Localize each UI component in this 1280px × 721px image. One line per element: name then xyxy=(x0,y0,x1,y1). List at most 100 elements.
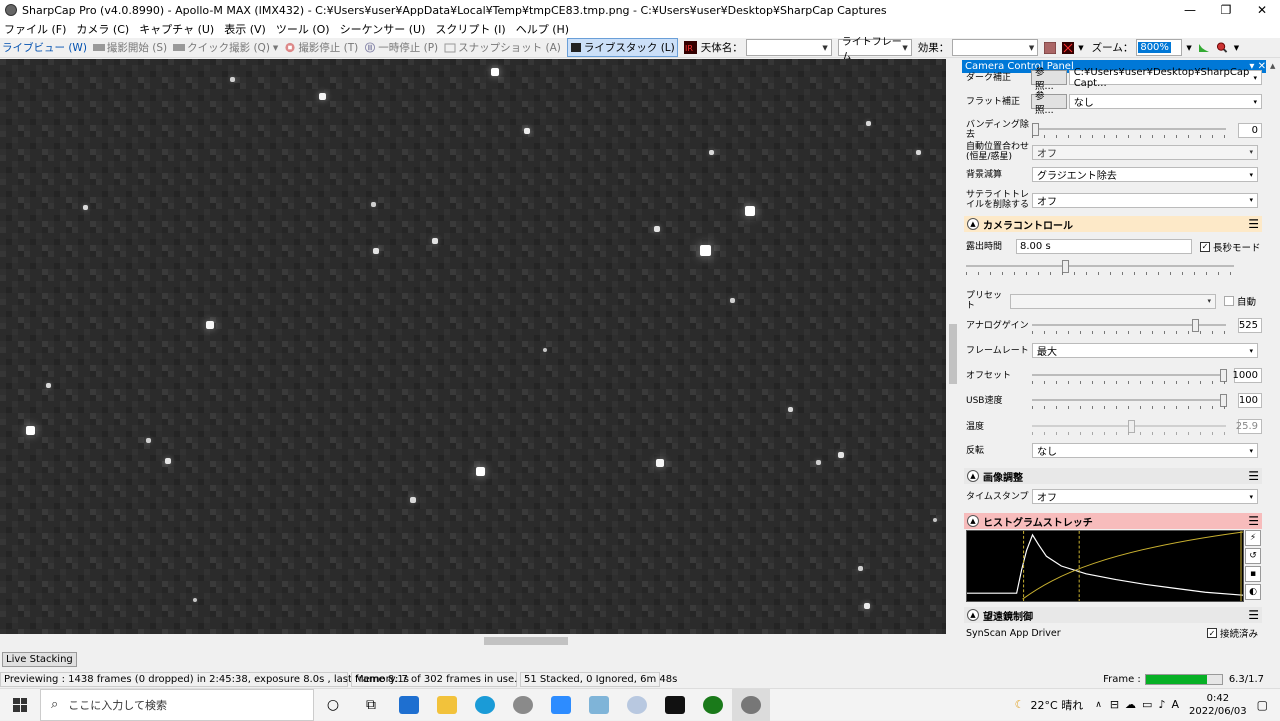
long-exposure-toggle[interactable]: ✓ 長秒モード xyxy=(1200,240,1261,254)
offset-slider[interactable] xyxy=(1032,368,1227,384)
menu-sequencer[interactable]: シーケンサー (U) xyxy=(340,21,426,37)
snapshot-button[interactable]: スナップショット (A) xyxy=(444,40,561,55)
histogram-stretch-section[interactable]: ▲ ヒストグラムストレッチ ☰ xyxy=(964,513,1262,529)
framerate-dropdown[interactable]: 最大 ▾ xyxy=(1032,343,1258,358)
scroll-thumb[interactable] xyxy=(949,324,957,384)
pause-button[interactable]: 一時停止 (P) xyxy=(364,40,438,55)
gain-value[interactable]: 525 xyxy=(1238,318,1262,333)
banding-value[interactable]: 0 xyxy=(1238,122,1262,138)
start-button[interactable] xyxy=(0,689,40,721)
flat-file-dropdown[interactable]: なし ▾ xyxy=(1068,94,1262,109)
image-adjust-section[interactable]: ▲ 画像調整 ☰ xyxy=(964,468,1262,484)
offset-value[interactable]: 1000 xyxy=(1233,368,1262,383)
stop-capture-button[interactable]: 撮影停止 (T) xyxy=(284,40,358,55)
hamburger-menu-icon[interactable]: ☰ xyxy=(1248,608,1259,622)
mail-icon[interactable] xyxy=(390,689,428,721)
edge-icon[interactable] xyxy=(466,689,504,721)
histogram-icon[interactable] xyxy=(1198,42,1210,53)
check-icon[interactable]: ✓ xyxy=(1206,628,1217,638)
timestamp-dropdown[interactable]: オフ ▾ xyxy=(1032,489,1258,504)
zoom-app-icon[interactable] xyxy=(542,689,580,721)
taskbar-search[interactable]: ⌕ ここに入力して検索 xyxy=(40,688,314,721)
onedrive-icon[interactable]: ☁ xyxy=(1125,698,1136,711)
chevron-down-icon[interactable]: ▼ xyxy=(1186,44,1191,52)
start-capture-button[interactable]: 撮影開始 (S) xyxy=(92,40,167,55)
reset-icon[interactable]: ↺ xyxy=(1245,548,1261,564)
menu-capture[interactable]: キャプチャ (U) xyxy=(139,21,214,37)
tab-live-stacking[interactable]: Live Stacking xyxy=(2,652,77,667)
planetarium-icon[interactable] xyxy=(618,689,656,721)
save-icon[interactable]: ▪ xyxy=(1245,566,1261,582)
histogram-display[interactable] xyxy=(966,530,1244,602)
dark-file-dropdown[interactable]: C:¥Users¥user¥Desktop¥SharpCap Capt... ▾ xyxy=(1068,67,1262,89)
viewer-horizontal-scrollbar[interactable] xyxy=(0,634,946,648)
minimize-button[interactable]: — xyxy=(1172,0,1208,20)
check-icon[interactable]: ✓ xyxy=(1200,241,1210,252)
checkbox-icon[interactable] xyxy=(1224,296,1234,306)
astro-app-icon[interactable] xyxy=(656,689,694,721)
exposure-input[interactable]: 8.00 s xyxy=(1016,239,1192,254)
target-name-combo[interactable]: ▼ xyxy=(745,39,832,56)
hamburger-menu-icon[interactable]: ☰ xyxy=(1248,217,1259,231)
satellite-dropdown[interactable]: オフ ▾ xyxy=(1032,192,1258,208)
panel-scrollbar[interactable]: ▲ xyxy=(1268,60,1280,648)
collapse-icon[interactable]: ▲ xyxy=(967,609,979,621)
menu-scripting[interactable]: スクリプト (I) xyxy=(435,21,505,37)
flip-dropdown[interactable]: なし ▾ xyxy=(1032,443,1258,458)
menu-help[interactable]: ヘルプ (H) xyxy=(516,21,569,37)
tray-chevron-icon[interactable]: ∧ xyxy=(1095,700,1102,710)
weather-text[interactable]: 22°C 晴れ xyxy=(1031,697,1084,713)
overlay-icon[interactable] xyxy=(1062,41,1075,54)
gain-slider[interactable] xyxy=(1032,318,1226,334)
liveview-button[interactable]: ライブビュー (W) xyxy=(2,40,87,55)
battery-icon[interactable]: ▭ xyxy=(1142,698,1152,711)
livestack-button[interactable]: ライブスタック (L) xyxy=(566,38,678,57)
red-night-icon[interactable]: IR xyxy=(683,41,697,54)
magnifier-icon[interactable] xyxy=(1216,42,1228,53)
menu-file[interactable]: ファイル (F) xyxy=(4,21,66,37)
sharpcap-taskbar-icon[interactable] xyxy=(732,688,770,721)
scroll-thumb[interactable] xyxy=(484,637,568,645)
phd-guiding-icon[interactable] xyxy=(694,689,732,721)
clock[interactable]: 0:42 2022/06/03 xyxy=(1189,692,1247,718)
frame-type-combo[interactable]: ライトフレーム ▼ xyxy=(837,37,912,63)
flat-browse-button[interactable]: 参照... xyxy=(1031,91,1067,116)
collapse-icon[interactable]: ▲ xyxy=(967,218,979,230)
preset-dropdown[interactable]: ▾ xyxy=(1010,293,1216,309)
usb-value[interactable]: 100 xyxy=(1238,393,1262,408)
maximize-button[interactable]: ❐ xyxy=(1208,0,1244,20)
hamburger-menu-icon[interactable]: ☰ xyxy=(1248,469,1259,483)
collapse-icon[interactable]: ▲ xyxy=(967,515,979,527)
connected-toggle[interactable]: ✓ 接続済み xyxy=(1206,626,1258,640)
notification-icon[interactable]: ▢ xyxy=(1257,698,1268,712)
close-button[interactable]: ✕ xyxy=(1244,0,1280,20)
banding-slider[interactable] xyxy=(1032,123,1226,138)
ime-icon[interactable]: A xyxy=(1171,698,1179,711)
app-icon[interactable] xyxy=(504,689,542,721)
collapse-icon[interactable]: ▲ xyxy=(967,470,979,482)
cortana-icon[interactable]: ○ xyxy=(314,689,352,721)
zoom-combo[interactable]: 800% xyxy=(1136,39,1183,56)
telescope-control-section[interactable]: ▲ 望遠鏡制御 ☰ xyxy=(964,607,1262,623)
volume-icon[interactable]: ♪ xyxy=(1158,698,1165,711)
chevron-down-icon[interactable]: ▼ xyxy=(1234,44,1239,52)
camera-control-section[interactable]: ▲ カメラコントロール ☰ xyxy=(964,216,1262,232)
network-icon[interactable]: ⊟ xyxy=(1110,698,1119,711)
menu-view[interactable]: 表示 (V) xyxy=(224,21,266,37)
task-view-icon[interactable]: ⧉ xyxy=(352,689,390,721)
quick-capture-button[interactable]: クイック撮影 (Q) ▼ xyxy=(173,40,278,55)
auto-align-dropdown[interactable]: オフ ▾ xyxy=(1032,144,1258,160)
reticle-icon[interactable] xyxy=(1044,41,1057,54)
exposure-slider[interactable] xyxy=(966,260,1234,275)
hamburger-menu-icon[interactable]: ☰ xyxy=(1248,514,1259,528)
image-viewer[interactable] xyxy=(0,59,946,634)
notes-icon[interactable] xyxy=(580,689,618,721)
auto-stretch-icon[interactable]: ⚡ xyxy=(1245,530,1261,546)
chevron-down-icon[interactable]: ▼ xyxy=(1078,44,1083,52)
chevron-down-icon[interactable]: ▼ xyxy=(273,44,278,52)
menu-tools[interactable]: ツール (O) xyxy=(276,21,330,37)
background-dropdown[interactable]: グラジエント除去 ▾ xyxy=(1032,167,1258,182)
preset-auto-toggle[interactable]: 自動 xyxy=(1224,294,1256,308)
effect-combo[interactable]: ▼ xyxy=(952,39,1039,56)
weather-icon[interactable]: ☾ xyxy=(1015,698,1025,711)
